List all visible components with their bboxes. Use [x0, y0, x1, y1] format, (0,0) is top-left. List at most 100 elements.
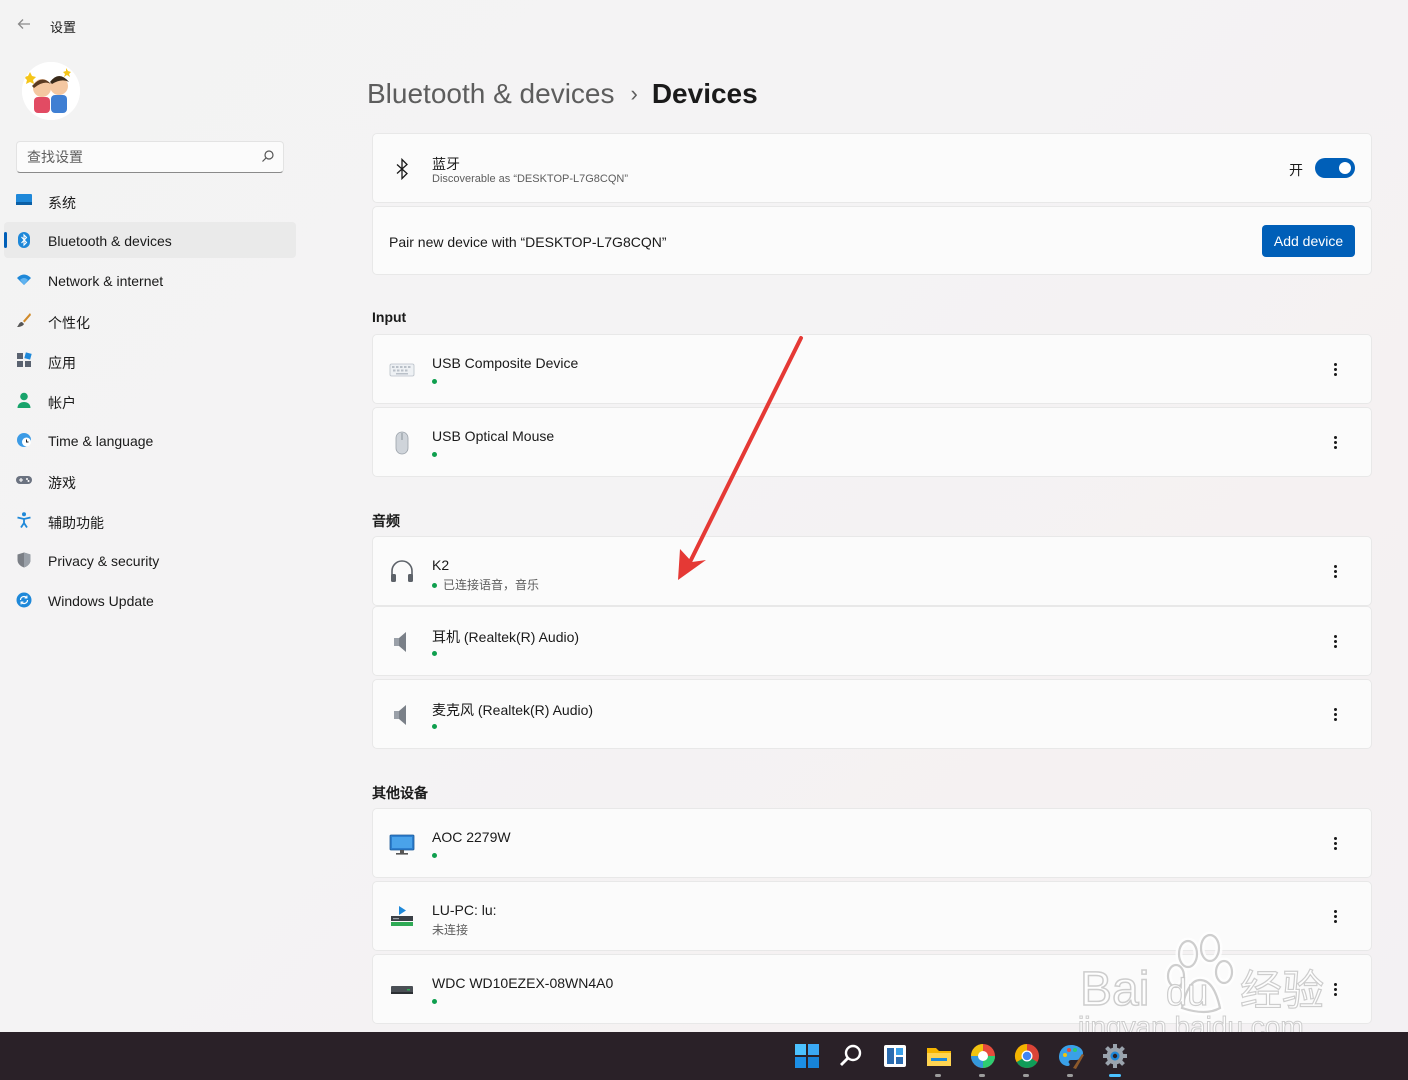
- add-device-button[interactable]: Add device: [1262, 225, 1355, 257]
- sidebar-item-label: Bluetooth & devices: [48, 233, 172, 249]
- taskbar: [0, 1032, 1408, 1080]
- page-title: Devices: [651, 78, 758, 109]
- device-name: K2: [432, 557, 450, 573]
- gamepad-icon: [16, 476, 32, 484]
- device-card[interactable]: 耳机 (Realtek(R) Audio): [372, 606, 1372, 676]
- bluetooth-icon: [396, 157, 408, 181]
- breadcrumb-parent-link[interactable]: Bluetooth & devices: [367, 78, 615, 109]
- connected-dot: [432, 724, 437, 730]
- section-title-audio: 音频: [372, 513, 400, 529]
- sidebar-item-label: Privacy & security: [48, 553, 160, 569]
- app-title: 设置: [50, 20, 77, 35]
- sidebar-item-label: Time & language: [48, 433, 154, 449]
- running-indicator: [979, 1074, 985, 1077]
- device-status: [432, 848, 443, 862]
- file-explorer-icon: [927, 1048, 951, 1066]
- sidebar-item-network[interactable]: Network & internet: [4, 262, 296, 298]
- start-button[interactable]: [793, 1042, 821, 1070]
- sidebar-item-time-language[interactable]: Time & language: [4, 422, 296, 458]
- settings-icon: [1103, 1044, 1127, 1068]
- headphones-icon: [391, 560, 413, 582]
- search-box[interactable]: [16, 141, 284, 173]
- more-options-icon[interactable]: [1327, 361, 1343, 379]
- start-icon: [795, 1044, 819, 1068]
- sidebar-item-label: 应用: [48, 355, 76, 371]
- device-card[interactable]: AOC 2279W: [372, 808, 1372, 878]
- bluetooth-card: 蓝牙 Discoverable as “DESKTOP-L7G8CQN” 开: [372, 133, 1372, 203]
- device-name: USB Composite Device: [432, 355, 579, 371]
- bluetooth-title: 蓝牙: [432, 156, 460, 172]
- device-name: USB Optical Mouse: [432, 428, 555, 444]
- sidebar-item-windows-update[interactable]: Windows Update: [4, 582, 296, 618]
- device-card[interactable]: 麦克风 (Realtek(R) Audio): [372, 679, 1372, 749]
- paint-icon: [1059, 1045, 1084, 1069]
- device-status: [432, 646, 443, 660]
- taskbar-paint[interactable]: [1057, 1042, 1085, 1077]
- sidebar-item-label: Windows Update: [48, 593, 154, 609]
- sidebar-item-label: Network & internet: [48, 273, 164, 289]
- device-status-text: 已连接语音，音乐: [443, 578, 540, 592]
- taskbar-chrome[interactable]: [1013, 1042, 1041, 1077]
- svg-text:du: du: [1166, 972, 1208, 1014]
- sidebar-item-personalization[interactable]: 个性化: [4, 302, 296, 338]
- wifi-icon: [17, 274, 31, 285]
- search-icon[interactable]: [261, 149, 275, 163]
- running-indicator: [1023, 1074, 1029, 1077]
- more-options-icon[interactable]: [1327, 835, 1343, 853]
- more-options-icon[interactable]: [1327, 706, 1343, 724]
- more-options-icon[interactable]: [1327, 633, 1343, 651]
- display-icon: [389, 834, 415, 855]
- sidebar-item-gaming[interactable]: 游戏: [4, 462, 296, 498]
- connected-dot: [432, 853, 437, 859]
- more-options-icon[interactable]: [1327, 908, 1343, 926]
- taskbar-widgets-button[interactable]: [881, 1042, 909, 1070]
- globe-clock-icon: [17, 433, 31, 447]
- search-input[interactable]: [17, 142, 253, 172]
- bluetooth-toggle[interactable]: [1315, 158, 1355, 178]
- media-server-icon: [391, 906, 413, 926]
- taskbar-file-explorer[interactable]: [925, 1042, 953, 1077]
- apps-icon: [17, 352, 32, 367]
- sidebar-nav: 系统 Bluetooth & devices Network & interne…: [4, 182, 296, 622]
- bluetooth-toggle-label: 开: [1289, 162, 1303, 178]
- device-status: [432, 374, 443, 388]
- section-title-input: Input: [372, 309, 407, 325]
- device-card[interactable]: K2 已连接语音，音乐: [372, 536, 1372, 606]
- svg-text:Bai: Bai: [1080, 963, 1149, 1016]
- sidebar-item-system[interactable]: 系统: [4, 182, 296, 218]
- device-status: [432, 994, 443, 1008]
- baidu-logo-icon: Bai du 经验 jingyan.baidu.com: [1077, 931, 1325, 1043]
- taskbar-search-button[interactable]: [837, 1042, 865, 1070]
- pair-device-card: Pair new device with “DESKTOP-L7G8CQN” A…: [372, 206, 1372, 275]
- settings-window: 设置 系统 Bluetooth & devices Networ: [0, 0, 1408, 1032]
- bluetooth-subtitle: Discoverable as “DESKTOP-L7G8CQN”: [432, 173, 629, 185]
- device-status-text: 未连接: [432, 923, 469, 937]
- brush-icon: [17, 313, 31, 327]
- toggle-knob: [1339, 162, 1351, 174]
- person-icon: [17, 392, 31, 408]
- sidebar-item-bluetooth-devices[interactable]: Bluetooth & devices: [4, 222, 296, 258]
- sidebar-item-label: 辅助功能: [48, 515, 104, 531]
- device-card[interactable]: USB Composite Device: [372, 334, 1372, 404]
- more-options-icon[interactable]: [1327, 563, 1343, 581]
- connected-dot: [432, 999, 437, 1005]
- sidebar-item-label: 帐户: [48, 395, 76, 411]
- section-title-other-devices: 其他设备: [372, 785, 428, 801]
- connected-dot: [432, 651, 437, 657]
- sidebar-item-apps[interactable]: 应用: [4, 342, 296, 378]
- sidebar-item-label: 游戏: [48, 475, 76, 491]
- running-indicator: [1109, 1074, 1121, 1077]
- more-options-icon[interactable]: [1327, 434, 1343, 452]
- taskbar-settings[interactable]: [1101, 1042, 1129, 1077]
- avatar[interactable]: [22, 62, 80, 120]
- device-card[interactable]: USB Optical Mouse: [372, 407, 1372, 477]
- taskbar-colorful-app[interactable]: [969, 1042, 997, 1077]
- sidebar-item-accessibility[interactable]: 辅助功能: [4, 502, 296, 538]
- speaker-icon: [394, 632, 406, 652]
- sidebar-item-privacy-security[interactable]: Privacy & security: [4, 542, 296, 578]
- sidebar-item-accounts[interactable]: 帐户: [4, 382, 296, 418]
- back-button[interactable]: [12, 12, 36, 36]
- breadcrumb-separator: ›: [630, 81, 638, 106]
- accessibility-icon: [17, 512, 31, 528]
- device-name: 麦克风 (Realtek(R) Audio): [432, 702, 594, 718]
